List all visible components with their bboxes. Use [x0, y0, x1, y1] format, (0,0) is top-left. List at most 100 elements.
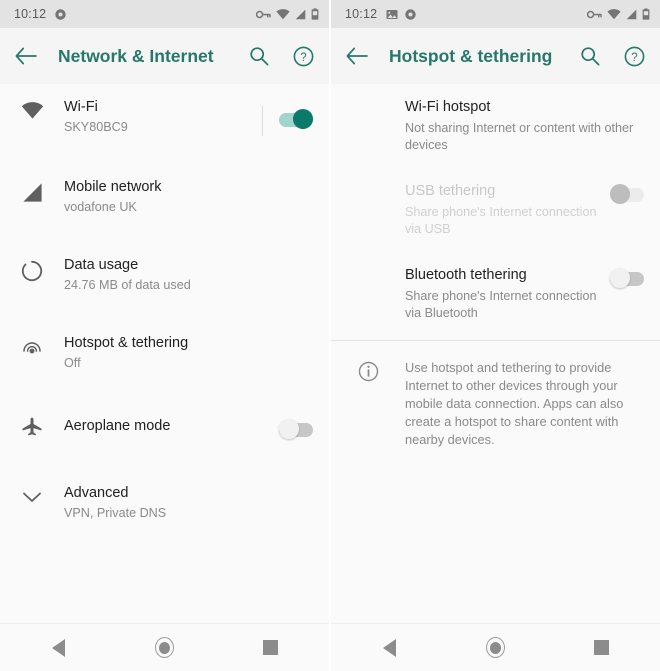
back-icon — [52, 638, 65, 657]
list-item-data-usage[interactable]: Data usage 24.76 MB of data used — [0, 256, 329, 320]
svg-text:?: ? — [300, 52, 306, 64]
list-item-title: Mobile network — [64, 179, 162, 195]
search-button[interactable] — [578, 44, 602, 68]
status-bar-notification-icons — [55, 8, 66, 20]
wifi-toggle[interactable] — [279, 109, 313, 129]
left-phone-screen: 10:12 Network & Internet ? Wi-Fi SKY80BC… — [0, 0, 329, 671]
list-item-aeroplane-control — [273, 412, 313, 439]
search-button[interactable] — [247, 44, 271, 68]
list-item-hotspot-text: Hotspot & tethering Off — [64, 334, 313, 372]
aeroplane-mode-toggle[interactable] — [279, 419, 313, 439]
toggle-thumb — [610, 268, 630, 288]
list-item-wifi-control — [256, 98, 313, 136]
vpn-key-icon — [587, 10, 602, 18]
home-icon — [155, 637, 174, 658]
info-footer: Use hotspot and tethering to provide Int… — [331, 341, 660, 467]
toggle-thumb — [610, 184, 630, 204]
left-status-bar: 10:12 — [0, 0, 329, 28]
search-icon — [250, 47, 269, 66]
wifi-icon — [276, 8, 290, 19]
mobile-signal-icon-wrap — [0, 178, 64, 203]
back-arrow-icon — [15, 47, 37, 65]
pref-title: Wi-Fi hotspot — [405, 99, 491, 115]
list-item-wifi[interactable]: Wi-Fi SKY80BC9 — [0, 98, 329, 162]
pref-title: Bluetooth tethering — [405, 267, 527, 283]
hotspot-icon — [23, 342, 41, 354]
home-icon — [486, 637, 505, 658]
nav-recents-button[interactable] — [256, 633, 286, 663]
battery-icon — [642, 8, 650, 20]
list-item-advanced-text: Advanced VPN, Private DNS — [64, 484, 313, 522]
back-icon — [383, 638, 396, 657]
pref-subtitle: Not sharing Internet or content with oth… — [405, 121, 634, 152]
right-settings-list: Wi-Fi hotspot Not sharing Internet or co… — [331, 84, 660, 623]
help-button[interactable]: ? — [291, 44, 315, 68]
list-item-mobile-network[interactable]: Mobile network vodafone UK — [0, 178, 329, 242]
pref-bluetooth-tethering[interactable]: Bluetooth tethering Share phone's Intern… — [331, 254, 660, 340]
right-phone-screen: 10:12 Hotspot & tethering ? Wi-Fi hotspo… — [331, 0, 660, 671]
page-title: Network & Internet — [58, 45, 214, 66]
left-status-bar-system-icons — [256, 8, 319, 20]
help-circle-icon: ? — [624, 46, 644, 66]
status-bar-clock: 10:12 — [14, 7, 47, 21]
back-button[interactable] — [14, 44, 38, 68]
nav-back-button[interactable] — [375, 633, 405, 663]
toggle-thumb — [293, 109, 313, 129]
record-dot-icon — [405, 8, 416, 20]
back-button[interactable] — [345, 44, 369, 68]
record-dot-icon — [55, 8, 66, 20]
info-icon — [358, 361, 378, 382]
pref-usb-tethering: USB tethering Share phone's Internet con… — [331, 170, 660, 254]
list-item-title: Aeroplane mode — [64, 418, 171, 434]
chevron-down-icon-wrap — [0, 484, 64, 504]
recents-icon — [594, 640, 609, 655]
left-navigation-bar — [0, 623, 329, 671]
nav-home-button[interactable] — [481, 633, 511, 663]
nav-recents-button[interactable] — [587, 633, 617, 663]
pref-bluetooth-tethering-text: Bluetooth tethering Share phone's Intern… — [405, 266, 610, 322]
status-bar-notification-icons — [386, 8, 416, 20]
vpn-key-icon — [256, 10, 271, 18]
right-app-bar: Hotspot & tethering ? — [331, 28, 660, 84]
toggle-thumb — [279, 419, 299, 439]
aeroplane-icon-wrap — [0, 412, 64, 438]
list-item-hotspot-tethering[interactable]: Hotspot & tethering Off — [0, 334, 329, 398]
list-item-title: Advanced — [64, 485, 129, 501]
nav-back-button[interactable] — [44, 633, 74, 663]
screenshot-image-icon — [386, 9, 398, 19]
battery-icon — [311, 8, 319, 20]
left-settings-list: Wi-Fi SKY80BC9 Mobile network vodafone U… — [0, 84, 329, 623]
svg-text:?: ? — [631, 52, 637, 64]
pref-wifi-hotspot[interactable]: Wi-Fi hotspot Not sharing Internet or co… — [331, 84, 660, 170]
list-item-subtitle: Off — [64, 356, 81, 370]
mobile-signal-icon — [295, 9, 306, 19]
list-item-aeroplane-mode[interactable]: Aeroplane mode — [0, 412, 329, 476]
right-navigation-bar — [331, 623, 660, 671]
search-icon — [581, 47, 600, 66]
data-usage-icon-wrap — [0, 256, 64, 282]
pref-subtitle: Share phone's Internet connection via Bl… — [405, 289, 597, 320]
mobile-signal-icon — [22, 183, 42, 202]
recents-icon — [263, 640, 278, 655]
nav-home-button[interactable] — [150, 633, 180, 663]
right-status-bar: 10:12 — [331, 0, 660, 28]
pref-usb-tethering-text: USB tethering Share phone's Internet con… — [405, 182, 610, 238]
aeroplane-icon — [22, 417, 42, 436]
bluetooth-tethering-toggle[interactable] — [610, 268, 644, 288]
list-item-mobile-network-text: Mobile network vodafone UK — [64, 178, 313, 216]
list-item-title: Wi-Fi — [64, 99, 98, 115]
wifi-icon — [21, 102, 43, 119]
wifi-icon-wrap — [0, 98, 64, 120]
usb-tethering-toggle — [610, 184, 644, 204]
help-button[interactable]: ? — [622, 44, 646, 68]
status-bar-clock: 10:12 — [345, 7, 378, 21]
list-item-advanced[interactable]: Advanced VPN, Private DNS — [0, 484, 329, 548]
vertical-divider — [262, 106, 263, 136]
dual-screenshot-container: 10:12 Network & Internet ? Wi-Fi SKY80BC… — [0, 0, 660, 671]
list-item-subtitle: 24.76 MB of data used — [64, 278, 191, 292]
pref-bluetooth-tethering-control — [610, 266, 644, 288]
hotspot-icon-wrap — [0, 334, 64, 360]
data-usage-icon — [21, 260, 43, 282]
list-item-aeroplane-text: Aeroplane mode — [64, 412, 273, 436]
left-app-bar-actions: ? — [247, 44, 315, 68]
